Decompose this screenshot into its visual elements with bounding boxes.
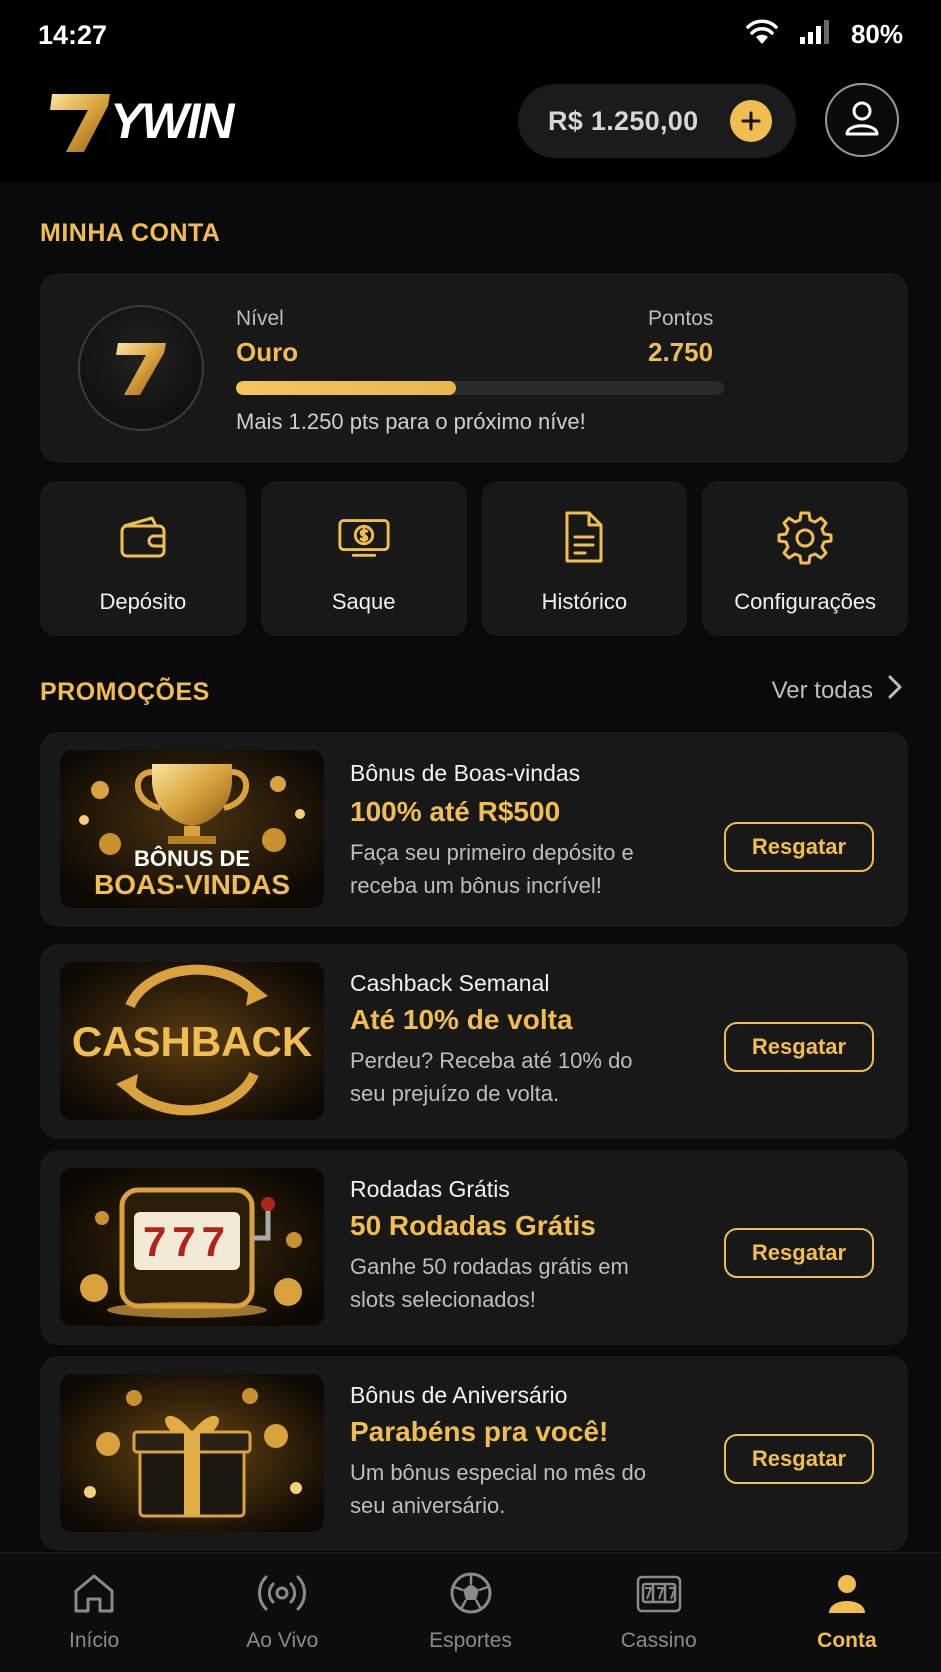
deposit-button[interactable]: Depósito [40, 481, 246, 636]
status-bar: 14:27 80% [0, 0, 941, 72]
promo-description: Perdeu? Receba até 10% do seu prejuízo d… [350, 1048, 633, 1106]
brand-logo[interactable]: YWIN [48, 82, 248, 162]
nav-item-casino[interactable]: Cassino [565, 1553, 753, 1672]
points-label: Pontos [648, 307, 714, 330]
level-card: Nível Ouro Pontos 2.750 Mais 1.250 pts p… [40, 273, 908, 463]
see-all-label: Ver todas [771, 676, 873, 704]
promo-title: Bônus de Boas-vindas [350, 760, 581, 786]
level-value: Ouro [236, 337, 299, 367]
level-hint: Mais 1.250 pts para o próximo níve! [236, 409, 586, 434]
svg-text:YWIN: YWIN [110, 93, 235, 149]
redeem-button[interactable]: Resgatar [724, 1022, 874, 1072]
gear-icon [777, 509, 833, 565]
promo-description: Ganhe 50 rodadas grátis em slots selecio… [350, 1254, 629, 1312]
withdraw-label: Saque [331, 589, 396, 614]
promo-card-welcome: BÔNUS DE BOAS-VINDAS Bônus de Boas-vinda… [40, 732, 908, 927]
nav-label-account: Conta [817, 1629, 877, 1652]
promo-headline: 100% até R$500 [350, 796, 561, 827]
slot-machine-icon [635, 1569, 683, 1617]
nav-label-casino: Cassino [620, 1629, 697, 1652]
level-badge [78, 305, 204, 431]
chevron-right-icon [887, 674, 903, 707]
level-progress-fill [236, 381, 456, 395]
soccer-ball-icon [447, 1569, 495, 1617]
promo-title: Rodadas Grátis [350, 1176, 510, 1202]
nav-item-account[interactable]: Conta [753, 1553, 941, 1672]
user-icon [823, 1569, 871, 1617]
bottom-navigation: Início Ao Vivo Esportes Cassino Conta [0, 1552, 941, 1672]
live-icon [258, 1569, 307, 1617]
promotions-section-title: PROMOÇÕES [40, 678, 210, 706]
nav-label-sports: Esportes [429, 1629, 512, 1652]
promo-card-birthday: Bônus de Aniversário Parabéns pra você! … [40, 1356, 908, 1551]
settings-label: Configurações [734, 589, 877, 614]
points-value: 2.750 [648, 337, 714, 367]
history-label: Histórico [541, 589, 628, 614]
welcome-bonus-image: BÔNUS DE BOAS-VINDAS [60, 750, 324, 908]
promo-headline: 50 Rodadas Grátis [350, 1210, 596, 1241]
home-icon [70, 1569, 118, 1617]
profile-button[interactable] [825, 83, 899, 157]
cashback-image-text: CASHBACK [72, 1018, 312, 1065]
withdraw-button[interactable]: Saque [260, 481, 467, 636]
nav-label-live: Ao Vivo [246, 1629, 319, 1652]
redeem-button[interactable]: Resgatar [724, 1228, 874, 1278]
promo-title: Cashback Semanal [350, 970, 550, 996]
nav-item-live[interactable]: Ao Vivo [188, 1553, 376, 1672]
promo-card-free-spins: 777 Rodadas Grátis 50 Rodadas Grátis Gan… [40, 1150, 908, 1345]
promo-title: Bônus de Aniversário [350, 1382, 568, 1408]
wifi-icon [745, 18, 779, 51]
balance-pill[interactable]: R$ 1.250,00 [518, 84, 796, 158]
account-actions: Depósito Saque Histórico Configurações [40, 481, 908, 636]
nav-item-home[interactable]: Início [0, 1553, 188, 1672]
signal-icon [799, 19, 831, 50]
status-icons: 80% [745, 18, 903, 51]
settings-button[interactable]: Configurações [702, 481, 908, 636]
nav-label-home: Início [69, 1629, 120, 1652]
cash-icon [336, 509, 392, 565]
promo-headline: Parabéns pra você! [350, 1416, 609, 1447]
see-all-link[interactable]: Ver todas [772, 674, 903, 707]
welcome-image-text-2: BOAS-VINDAS [94, 869, 290, 900]
deposit-label: Depósito [99, 589, 187, 614]
status-time: 14:27 [38, 20, 108, 50]
balance-amount: R$ 1.250,00 [548, 105, 699, 136]
seven-badge-icon [116, 343, 166, 395]
user-icon [842, 98, 882, 143]
promo-description: Faça seu primeiro depósito e receba um b… [350, 840, 634, 898]
cashback-image: CASHBACK [60, 962, 324, 1120]
add-funds-icon[interactable] [730, 100, 772, 142]
battery-level: 80% [850, 19, 903, 49]
promo-headline: Até 10% de volta [350, 1004, 573, 1035]
redeem-button[interactable]: Resgatar [724, 822, 874, 872]
promo-card-cashback: CASHBACK Cashback Semanal Até 10% de vol… [40, 944, 908, 1139]
history-button[interactable]: Histórico [481, 481, 688, 636]
app-header: YWIN R$ 1.250,00 [0, 72, 941, 182]
birthday-gift-image [60, 1374, 324, 1532]
account-section-title: MINHA CONTA [40, 219, 221, 247]
promo-description: Um bônus especial no mês do seu aniversá… [350, 1460, 646, 1518]
level-progress-bar [236, 381, 724, 395]
nav-item-sports[interactable]: Esportes [376, 1553, 564, 1672]
wallet-icon [115, 509, 171, 565]
document-icon [556, 509, 612, 565]
slot-machine-image: 777 [60, 1168, 324, 1326]
slot-image-text: 777 [143, 1218, 231, 1265]
redeem-button[interactable]: Resgatar [724, 1434, 874, 1484]
level-label: Nível [236, 307, 284, 330]
welcome-image-text-1: BÔNUS DE [134, 846, 250, 871]
